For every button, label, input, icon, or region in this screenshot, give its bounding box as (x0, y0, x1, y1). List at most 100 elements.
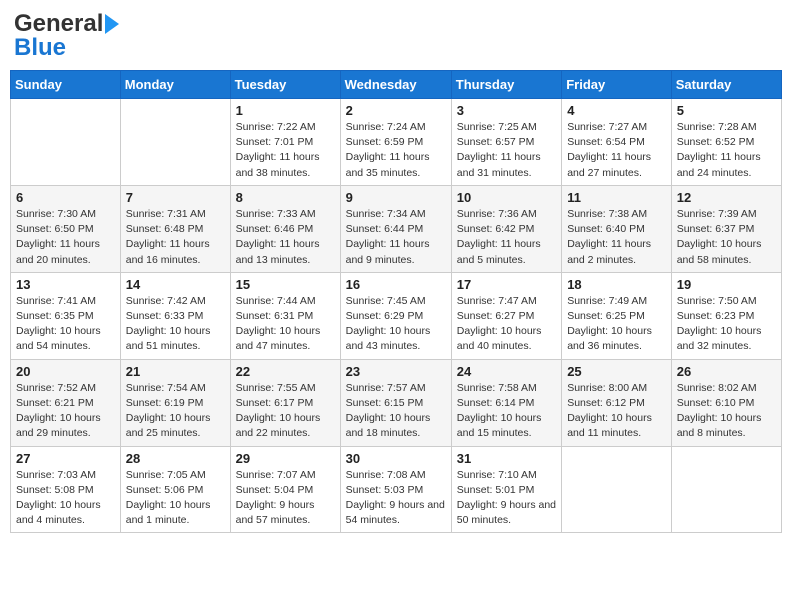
day-info: Sunrise: 7:55 AM Sunset: 6:17 PM Dayligh… (236, 381, 335, 442)
day-info: Sunrise: 7:50 AM Sunset: 6:23 PM Dayligh… (677, 294, 776, 355)
logo: General Blue (14, 10, 119, 62)
day-number: 21 (126, 364, 225, 379)
calendar-cell: 30Sunrise: 7:08 AM Sunset: 5:03 PM Dayli… (340, 446, 451, 533)
weekday-tuesday: Tuesday (230, 71, 340, 99)
calendar-cell: 16 Sunrise: 7:45 AM Sunset: 6:29 PM Dayli… (340, 272, 451, 359)
day-number: 24 (457, 364, 556, 379)
day-number: 3 (457, 103, 556, 118)
day-info: Sunrise: 7:33 AM Sunset: 6:46 PM Dayligh… (236, 207, 335, 268)
week-row-1: 1 Sunrise: 7:22 AM Sunset: 7:01 PM Daylig… (11, 99, 782, 186)
calendar-cell: 4 Sunrise: 7:27 AM Sunset: 6:54 PM Daylig… (562, 99, 672, 186)
day-number: 2 (346, 103, 446, 118)
weekday-friday: Friday (562, 71, 672, 99)
calendar-cell: 7 Sunrise: 7:31 AM Sunset: 6:48 PM Daylig… (120, 185, 230, 272)
day-info: Sunrise: 7:39 AM Sunset: 6:37 PM Dayligh… (677, 207, 776, 268)
day-info: Sunrise: 7:38 AM Sunset: 6:40 PM Dayligh… (567, 207, 666, 268)
day-info: Sunrise: 7:05 AM Sunset: 5:06 PM Dayligh… (126, 468, 225, 529)
day-info: Sunrise: 7:52 AM Sunset: 6:21 PM Dayligh… (16, 381, 115, 442)
calendar-cell: 15Sunrise: 7:44 AM Sunset: 6:31 PM Dayli… (230, 272, 340, 359)
day-number: 7 (126, 190, 225, 205)
calendar-cell: 1 Sunrise: 7:22 AM Sunset: 7:01 PM Daylig… (230, 99, 340, 186)
calendar-cell: 28 Sunrise: 7:05 AM Sunset: 5:06 PM Dayli… (120, 446, 230, 533)
day-info: Sunrise: 7:42 AM Sunset: 6:33 PM Dayligh… (126, 294, 225, 355)
calendar-cell: 25Sunrise: 8:00 AM Sunset: 6:12 PM Dayli… (562, 359, 672, 446)
calendar-cell: 11 Sunrise: 7:38 AM Sunset: 6:40 PM Dayli… (562, 185, 672, 272)
calendar-cell: 8 Sunrise: 7:33 AM Sunset: 6:46 PM Daylig… (230, 185, 340, 272)
day-info: Sunrise: 7:28 AM Sunset: 6:52 PM Dayligh… (677, 120, 776, 181)
day-info: Sunrise: 7:54 AM Sunset: 6:19 PM Dayligh… (126, 381, 225, 442)
week-row-3: 13 Sunrise: 7:41 AM Sunset: 6:35 PM Dayli… (11, 272, 782, 359)
day-number: 30 (346, 451, 446, 466)
calendar-cell: 21 Sunrise: 7:54 AM Sunset: 6:19 PM Dayli… (120, 359, 230, 446)
calendar-cell: 3Sunrise: 7:25 AM Sunset: 6:57 PM Daylig… (451, 99, 561, 186)
calendar-body: 1 Sunrise: 7:22 AM Sunset: 7:01 PM Daylig… (11, 99, 782, 533)
day-number: 5 (677, 103, 776, 118)
calendar-cell: 19 Sunrise: 7:50 AM Sunset: 6:23 PM Dayli… (671, 272, 781, 359)
day-number: 20 (16, 364, 115, 379)
calendar-cell: 10 Sunrise: 7:36 AM Sunset: 6:42 PM Dayli… (451, 185, 561, 272)
day-info: Sunrise: 7:22 AM Sunset: 7:01 PM Dayligh… (236, 120, 335, 181)
calendar-cell: 14 Sunrise: 7:42 AM Sunset: 6:33 PM Dayli… (120, 272, 230, 359)
day-info: Sunrise: 7:34 AM Sunset: 6:44 PM Dayligh… (346, 207, 446, 268)
calendar-cell (120, 99, 230, 186)
day-info: Sunrise: 7:57 AM Sunset: 6:15 PM Dayligh… (346, 381, 446, 442)
day-number: 28 (126, 451, 225, 466)
day-info: Sunrise: 7:47 AM Sunset: 6:27 PM Dayligh… (457, 294, 556, 355)
calendar-cell (562, 446, 672, 533)
calendar-cell (671, 446, 781, 533)
day-number: 6 (16, 190, 115, 205)
weekday-sunday: Sunday (11, 71, 121, 99)
calendar-cell: 23Sunrise: 7:57 AM Sunset: 6:15 PM Dayli… (340, 359, 451, 446)
day-number: 11 (567, 190, 666, 205)
day-number: 22 (236, 364, 335, 379)
week-row-2: 6 Sunrise: 7:30 AM Sunset: 6:50 PM Daylig… (11, 185, 782, 272)
day-number: 1 (236, 103, 335, 118)
day-number: 26 (677, 364, 776, 379)
day-info: Sunrise: 7:44 AM Sunset: 6:31 PM Dayligh… (236, 294, 335, 355)
day-number: 8 (236, 190, 335, 205)
day-info: Sunrise: 7:58 AM Sunset: 6:14 PM Dayligh… (457, 381, 556, 442)
day-number: 9 (346, 190, 446, 205)
day-number: 4 (567, 103, 666, 118)
page-header: General Blue (10, 10, 782, 62)
calendar-table: SundayMondayTuesdayWednesdayThursdayFrid… (10, 70, 782, 533)
day-info: Sunrise: 7:36 AM Sunset: 6:42 PM Dayligh… (457, 207, 556, 268)
day-info: Sunrise: 7:27 AM Sunset: 6:54 PM Dayligh… (567, 120, 666, 181)
day-info: Sunrise: 7:41 AM Sunset: 6:35 PM Dayligh… (16, 294, 115, 355)
day-number: 31 (457, 451, 556, 466)
calendar-cell: 20 Sunrise: 7:52 AM Sunset: 6:21 PM Dayli… (11, 359, 121, 446)
weekday-wednesday: Wednesday (340, 71, 451, 99)
day-number: 19 (677, 277, 776, 292)
day-info: Sunrise: 7:30 AM Sunset: 6:50 PM Dayligh… (16, 207, 115, 268)
day-number: 29 (236, 451, 335, 466)
day-number: 12 (677, 190, 776, 205)
day-info: Sunrise: 7:45 AM Sunset: 6:29 PM Dayligh… (346, 294, 446, 355)
day-number: 10 (457, 190, 556, 205)
day-number: 14 (126, 277, 225, 292)
logo-arrow-icon (105, 14, 119, 34)
day-info: Sunrise: 7:24 AM Sunset: 6:59 PM Dayligh… (346, 120, 446, 181)
day-info: Sunrise: 7:07 AM Sunset: 5:04 PM Dayligh… (236, 468, 335, 529)
day-number: 17 (457, 277, 556, 292)
week-row-5: 27 Sunrise: 7:03 AM Sunset: 5:08 PM Dayli… (11, 446, 782, 533)
calendar-cell: 2 Sunrise: 7:24 AM Sunset: 6:59 PM Daylig… (340, 99, 451, 186)
day-number: 13 (16, 277, 115, 292)
calendar-cell: 27 Sunrise: 7:03 AM Sunset: 5:08 PM Dayli… (11, 446, 121, 533)
calendar-cell: 22 Sunrise: 7:55 AM Sunset: 6:17 PM Dayli… (230, 359, 340, 446)
calendar-cell: 12 Sunrise: 7:39 AM Sunset: 6:37 PM Dayli… (671, 185, 781, 272)
day-info: Sunrise: 7:03 AM Sunset: 5:08 PM Dayligh… (16, 468, 115, 529)
calendar-cell: 17 Sunrise: 7:47 AM Sunset: 6:27 PM Dayli… (451, 272, 561, 359)
day-info: Sunrise: 8:02 AM Sunset: 6:10 PM Dayligh… (677, 381, 776, 442)
calendar-cell: 31 Sunrise: 7:10 AM Sunset: 5:01 PM Dayli… (451, 446, 561, 533)
weekday-monday: Monday (120, 71, 230, 99)
calendar-cell: 5 Sunrise: 7:28 AM Sunset: 6:52 PM Daylig… (671, 99, 781, 186)
calendar-cell: 6 Sunrise: 7:30 AM Sunset: 6:50 PM Daylig… (11, 185, 121, 272)
calendar-cell: 13 Sunrise: 7:41 AM Sunset: 6:35 PM Dayli… (11, 272, 121, 359)
day-number: 16 (346, 277, 446, 292)
day-info: Sunrise: 7:31 AM Sunset: 6:48 PM Dayligh… (126, 207, 225, 268)
weekday-saturday: Saturday (671, 71, 781, 99)
weekday-thursday: Thursday (451, 71, 561, 99)
day-number: 27 (16, 451, 115, 466)
day-info: Sunrise: 7:10 AM Sunset: 5:01 PM Dayligh… (457, 468, 556, 529)
day-info: Sunrise: 7:49 AM Sunset: 6:25 PM Dayligh… (567, 294, 666, 355)
